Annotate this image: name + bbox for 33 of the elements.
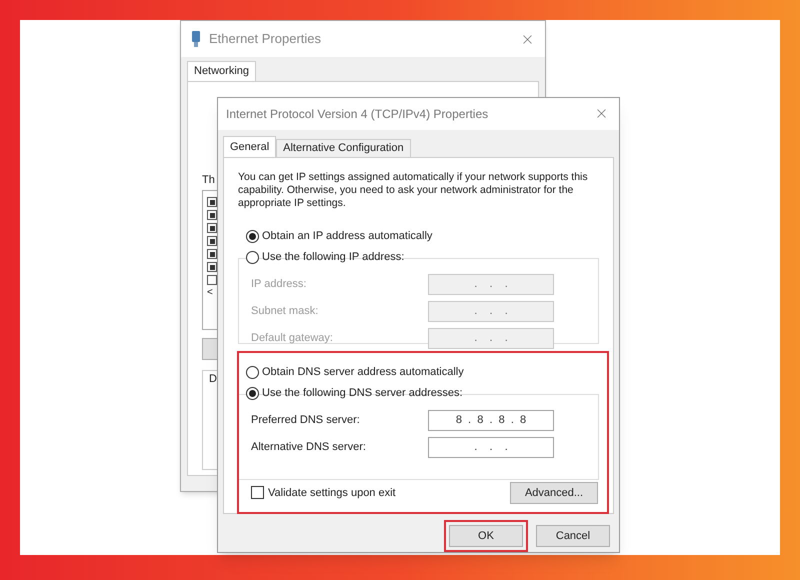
radio-button[interactable] — [246, 250, 259, 264]
field-label: Preferred DNS server: — [251, 413, 361, 428]
field-label: Alternative DNS server: — [251, 440, 367, 455]
checkbox[interactable] — [207, 262, 217, 272]
tab[interactable]: General — [223, 136, 276, 157]
radio-label: Obtain DNS server address automatically — [262, 365, 464, 380]
window-title: Ethernet Properties — [209, 30, 322, 48]
checkbox[interactable] — [207, 210, 217, 220]
field-label: Subnet mask: — [251, 304, 320, 319]
radio-label: Use the following DNS server addresses: — [262, 386, 463, 401]
advanced-button[interactable]: Advanced... — [510, 482, 598, 504]
checkbox[interactable] — [207, 275, 217, 285]
radio-button[interactable] — [246, 230, 259, 243]
radio-button[interactable] — [246, 366, 259, 379]
checkbox[interactable] — [207, 236, 217, 246]
checkbox-label: Validate settings upon exit — [268, 486, 396, 500]
checkbox[interactable] — [251, 486, 264, 500]
dialog-title: Internet Protocol Version 4 (TCP/IPv4) Properties — [226, 106, 490, 123]
dialog-button[interactable]: OK — [449, 525, 523, 547]
dialog-button[interactable]: Cancel — [536, 525, 610, 547]
checkbox[interactable] — [207, 249, 217, 259]
field-label: Default gateway: — [251, 331, 334, 346]
section-label: Th — [202, 173, 215, 188]
radio-label: Use the following IP address: — [262, 250, 404, 265]
checkbox[interactable] — [207, 223, 217, 233]
group-label: D — [209, 372, 217, 387]
tab[interactable]: Alternative Configuration — [276, 138, 411, 157]
network-adapter-icon — [191, 31, 201, 47]
radio-label: Obtain an IP address automatically — [262, 229, 432, 244]
description-text: You can get IP settings assigned automatically if your network supports this capability. Otherwise, you need to ask your network administrator for the appropriate IP settings. — [238, 170, 589, 210]
tab[interactable]: Networking — [187, 61, 256, 81]
checkbox[interactable] — [207, 197, 217, 207]
field-label: IP address: — [251, 277, 308, 292]
